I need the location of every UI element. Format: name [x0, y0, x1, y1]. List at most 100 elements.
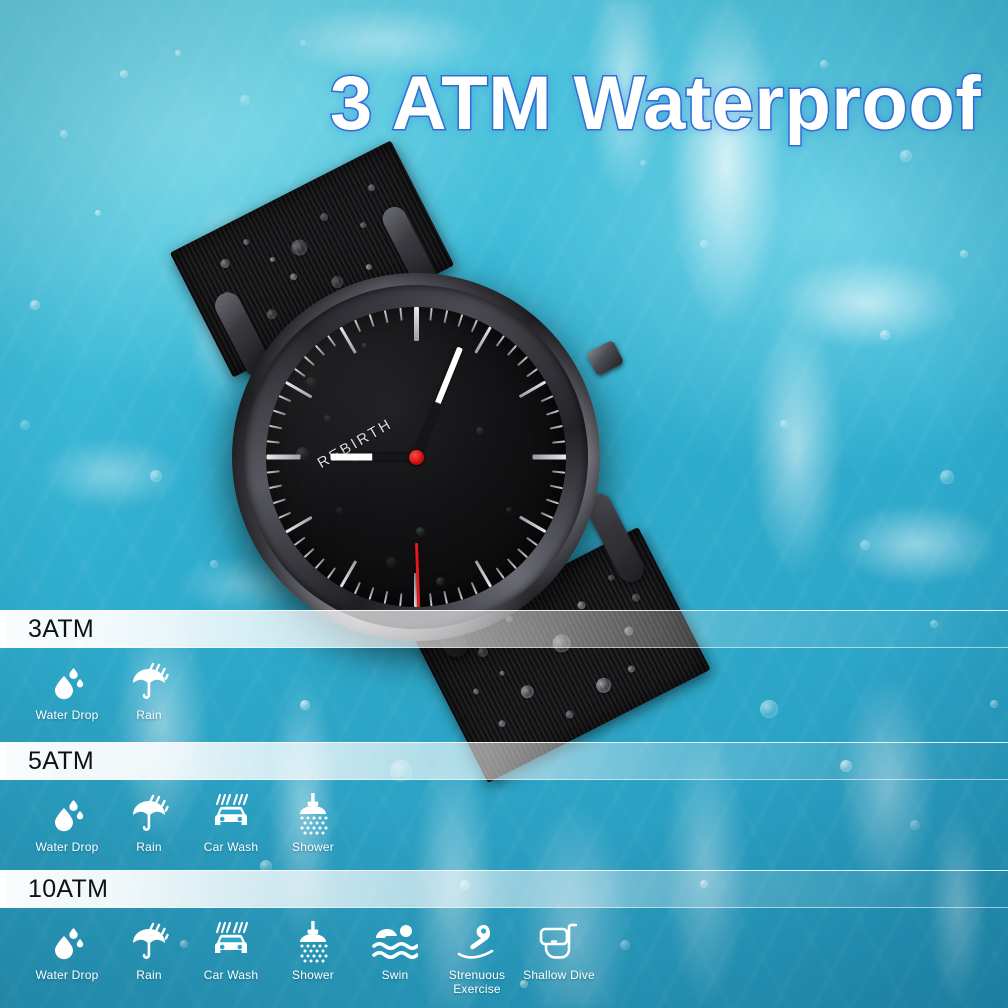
hour-marker: [266, 455, 300, 460]
minute-marker: [354, 320, 361, 333]
rating-label-10atm: 10ATM: [28, 875, 108, 904]
hour-marker: [340, 560, 358, 588]
minute-marker: [507, 345, 517, 356]
minute-marker: [507, 558, 517, 569]
minute-marker: [269, 425, 282, 429]
minute-marker: [457, 587, 463, 600]
minute-marker: [471, 320, 478, 333]
minute-marker: [444, 591, 448, 604]
rating-section-3atm: 3ATM Water Drop Rain: [0, 610, 1008, 723]
water-drop-icon: [44, 660, 90, 704]
minute-marker: [429, 308, 432, 321]
rating-item: Car Wash: [190, 920, 272, 996]
watch-dial: REBIRTH: [266, 307, 566, 607]
rating-item: Shower: [272, 792, 354, 855]
minute-marker: [279, 395, 292, 402]
minute-marker: [267, 440, 280, 443]
rating-item: Shower: [272, 920, 354, 996]
rating-item-label: Shower: [292, 969, 334, 983]
minute-marker: [496, 335, 505, 347]
rating-item: Shallow Dive: [518, 920, 600, 996]
rating-icon-row-3atm: Water Drop Rain: [0, 648, 1008, 723]
rating-item-label: Shallow Dive: [523, 969, 595, 983]
minute-marker: [294, 537, 306, 546]
minute-marker: [294, 368, 306, 377]
rain-umbrella-icon: [126, 660, 172, 704]
minute-marker: [269, 485, 282, 489]
rating-icon-row-10atm: Water Drop Rain Car Wash Shower Swin Strenuou…: [0, 908, 1008, 996]
snorkel-mask-icon: [536, 920, 582, 964]
rating-icon-row-5atm: Water Drop Rain Car Wash Shower: [0, 780, 1008, 855]
minute-marker: [546, 498, 559, 504]
rating-item-label: Water Drop: [36, 969, 99, 983]
page-title: 3 ATM Waterproof: [330, 60, 1008, 147]
watch-second-hand: [415, 543, 425, 607]
rating-label-5atm: 5ATM: [28, 747, 94, 776]
minute-marker: [304, 548, 315, 558]
rating-item: Rain: [108, 660, 190, 723]
minute-marker: [267, 470, 280, 473]
rain-umbrella-icon: [126, 792, 172, 836]
minute-marker: [517, 548, 528, 558]
watch-minute-hand: [413, 346, 463, 458]
car-wash-icon: [208, 792, 254, 836]
rating-item: Water Drop: [26, 920, 108, 996]
minute-marker: [354, 582, 361, 595]
minute-marker: [526, 537, 538, 546]
rating-banner-3atm: 3ATM: [0, 610, 1008, 648]
hour-marker: [532, 455, 566, 460]
hour-marker: [414, 307, 419, 341]
rating-item: Swin: [354, 920, 436, 996]
minute-marker: [279, 512, 292, 519]
rating-item-label: Rain: [136, 969, 161, 983]
minute-marker: [546, 410, 559, 416]
minute-marker: [315, 558, 325, 569]
watch-bezel: REBIRTH: [244, 285, 588, 629]
rating-item-label: Car Wash: [204, 841, 259, 855]
hour-marker: [285, 516, 313, 534]
shower-icon: [290, 792, 336, 836]
rating-item-label: Car Wash: [204, 969, 259, 983]
rating-item-label: Water Drop: [36, 709, 99, 723]
rating-item-label: Water Drop: [36, 841, 99, 855]
hour-marker: [519, 516, 547, 534]
minute-marker: [315, 345, 325, 356]
rain-umbrella-icon: [126, 920, 172, 964]
minute-marker: [444, 310, 448, 323]
minute-marker: [399, 593, 402, 606]
minute-marker: [384, 591, 388, 604]
rating-item: Water Drop: [26, 792, 108, 855]
rating-section-10atm: 10ATM Water Drop Rain Car Wash Shower Swin St…: [0, 870, 1008, 996]
swimmer-icon: [372, 920, 418, 964]
minute-marker: [541, 395, 554, 402]
minute-marker: [550, 485, 563, 489]
watch-crown: [586, 340, 625, 377]
rating-item-label: Swin: [382, 969, 409, 983]
minute-marker: [273, 498, 286, 504]
hour-marker: [475, 326, 493, 354]
rating-item: Rain: [108, 920, 190, 996]
rating-item-label: Rain: [136, 841, 161, 855]
minute-marker: [429, 593, 432, 606]
minute-marker: [273, 410, 286, 416]
rating-item-label: Strenuous Exercise: [436, 969, 518, 996]
rating-item: Rain: [108, 792, 190, 855]
minute-marker: [526, 368, 538, 377]
rating-banner-5atm: 5ATM: [0, 742, 1008, 780]
product-image: 3 ATM Waterproof REBIRTH 3ATM Water Drop…: [0, 0, 1008, 1008]
minute-marker: [399, 308, 402, 321]
watch-hour-hand: [330, 454, 416, 461]
minute-marker: [552, 440, 565, 443]
rating-label-3atm: 3ATM: [28, 615, 94, 644]
minute-marker: [327, 335, 336, 347]
shower-icon: [290, 920, 336, 964]
rating-item: Strenuous Exercise: [436, 920, 518, 996]
minute-marker: [541, 512, 554, 519]
watch-case: REBIRTH: [232, 273, 600, 641]
minute-marker: [457, 314, 463, 327]
hour-marker: [340, 326, 358, 354]
minute-marker: [369, 314, 375, 327]
minute-marker: [471, 582, 478, 595]
rating-banner-10atm: 10ATM: [0, 870, 1008, 908]
rating-section-5atm: 5ATM Water Drop Rain Car Wash Shower: [0, 742, 1008, 855]
